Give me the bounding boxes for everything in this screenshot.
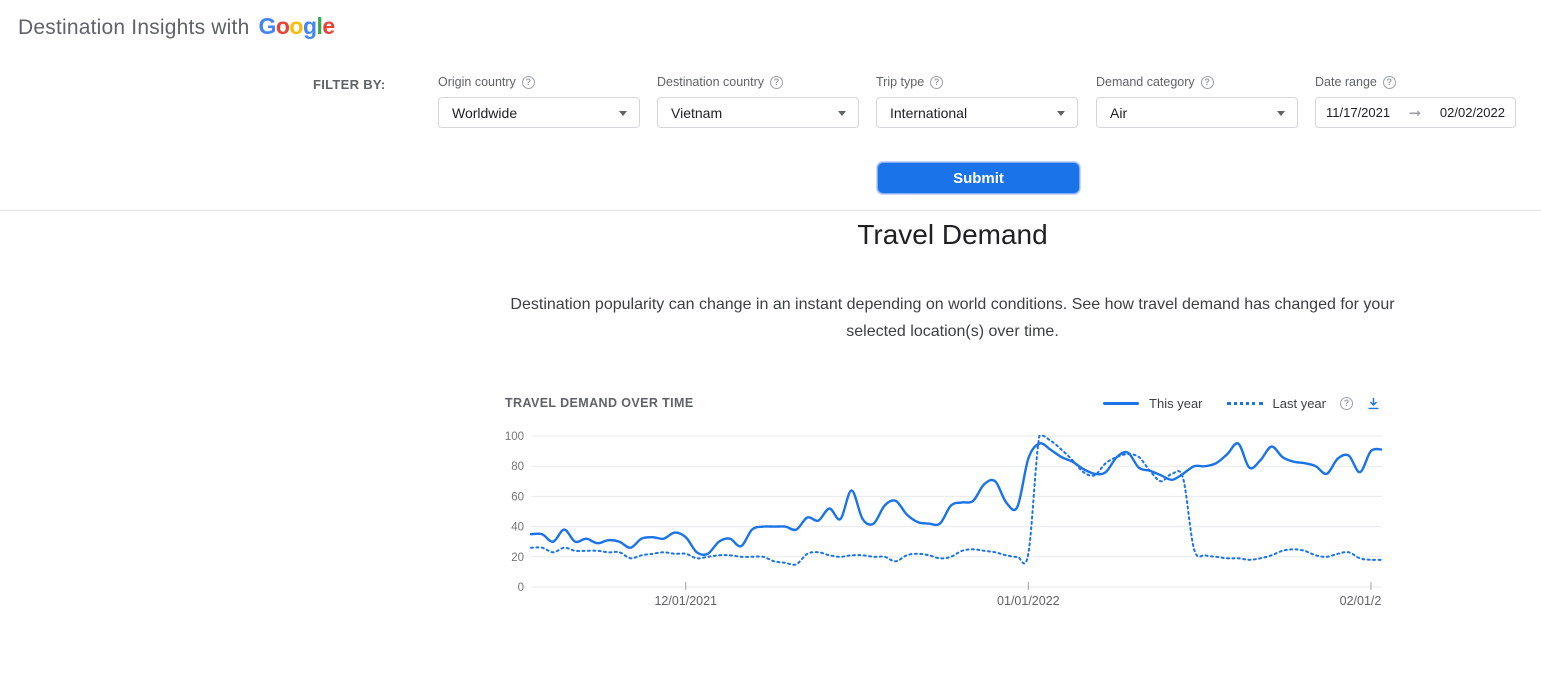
x-axis-tick-label: 12/01/2021 [654, 594, 717, 608]
legend-solid-line-swatch [1103, 402, 1139, 405]
y-axis-tick-label: 60 [511, 491, 524, 503]
description-line: selected location(s) over time. [505, 318, 1400, 345]
chart-canvas[interactable]: 0 20 40 60 80 100 12/01/2021 01/01/2022 02/01/20… [505, 429, 1382, 614]
travel-demand-chart-card: TRAVEL DEMAND OVER TIME This year Last y… [505, 392, 1382, 614]
field-label: Origin country [438, 75, 516, 89]
legend-label-last-year: Last year [1273, 396, 1326, 411]
filter-demand-category: Demand category ? Air [1096, 74, 1298, 128]
date-range-label: Date range ? [1315, 74, 1516, 90]
y-axis-tick-label: 20 [511, 552, 524, 564]
chevron-down-icon [1277, 111, 1285, 116]
date-range-input[interactable]: 11/17/2021 ➞ 02/02/2022 [1315, 97, 1516, 128]
google-logo-letter: o [276, 13, 290, 39]
help-icon[interactable]: ? [1340, 397, 1353, 410]
selected-value: Worldwide [452, 105, 517, 121]
google-logo-letter: g [303, 13, 317, 39]
google-logo-letter: o [289, 13, 303, 39]
filter-origin-country: Origin country ? Worldwide [438, 74, 640, 128]
origin-country-select[interactable]: Worldwide [438, 97, 640, 128]
download-icon[interactable] [1365, 395, 1382, 412]
chart-header: TRAVEL DEMAND OVER TIME This year Last y… [505, 392, 1382, 414]
filter-trip-type: Trip type ? International [876, 74, 1078, 128]
demand-category-label: Demand category ? [1096, 74, 1298, 90]
demand-category-select[interactable]: Air [1096, 97, 1298, 128]
chevron-down-icon [1057, 111, 1065, 116]
chart-title: TRAVEL DEMAND OVER TIME [505, 396, 694, 410]
date-end-value: 02/02/2022 [1440, 105, 1505, 120]
destination-country-select[interactable]: Vietnam [657, 97, 859, 128]
field-label: Destination country [657, 75, 764, 89]
selected-value: Vietnam [671, 105, 722, 121]
selected-value: Air [1110, 105, 1127, 121]
selected-value: International [890, 105, 967, 121]
google-logo-letter: e [322, 13, 334, 39]
help-icon[interactable]: ? [522, 76, 535, 89]
field-label: Trip type [876, 75, 924, 89]
travel-demand-section: Travel Demand Destination popularity can… [505, 219, 1400, 345]
chart-legend: This year Last year ? [1103, 395, 1382, 412]
trip-type-label: Trip type ? [876, 74, 1078, 90]
series-line-this-year [531, 443, 1382, 555]
x-axis-tick-label: 02/01/2022 [1340, 594, 1382, 608]
help-icon[interactable]: ? [930, 76, 943, 89]
y-axis-tick-label: 0 [518, 582, 524, 594]
section-title: Travel Demand [505, 219, 1400, 251]
series-line-last-year [531, 435, 1382, 564]
y-axis-tick-label: 80 [511, 461, 524, 473]
chevron-down-icon [619, 111, 627, 116]
origin-country-label: Origin country ? [438, 74, 640, 90]
filter-destination-country: Destination country ? Vietnam [657, 74, 859, 128]
arrow-right-icon: ➞ [1405, 104, 1426, 122]
filter-date-range: Date range ? 11/17/2021 ➞ 02/02/2022 [1315, 74, 1516, 128]
field-label: Date range [1315, 75, 1377, 89]
google-logo-letter: G [258, 13, 275, 39]
section-description: Destination popularity can change in an … [505, 291, 1400, 345]
x-axis-tick-label: 01/01/2022 [997, 594, 1060, 608]
legend-dotted-line-swatch [1227, 402, 1263, 405]
section-divider [0, 210, 1541, 211]
submit-button[interactable]: Submit [877, 162, 1080, 194]
date-start-value: 11/17/2021 [1326, 105, 1390, 120]
legend-label-this-year: This year [1149, 396, 1202, 411]
trip-type-select[interactable]: International [876, 97, 1078, 128]
y-axis-tick-label: 100 [505, 431, 524, 443]
google-logo-icon: Google [258, 13, 334, 40]
help-icon[interactable]: ? [770, 76, 783, 89]
destination-country-label: Destination country ? [657, 74, 859, 90]
app-header: Destination Insights with Google [18, 13, 335, 40]
y-axis-tick-label: 40 [511, 522, 524, 534]
chevron-down-icon [838, 111, 846, 116]
help-icon[interactable]: ? [1201, 76, 1214, 89]
filter-by-label: FILTER BY: [313, 77, 386, 92]
help-icon[interactable]: ? [1383, 76, 1396, 89]
page-title: Destination Insights with [18, 16, 249, 40]
field-label: Demand category [1096, 75, 1195, 89]
description-line: Destination popularity can change in an … [505, 291, 1400, 318]
